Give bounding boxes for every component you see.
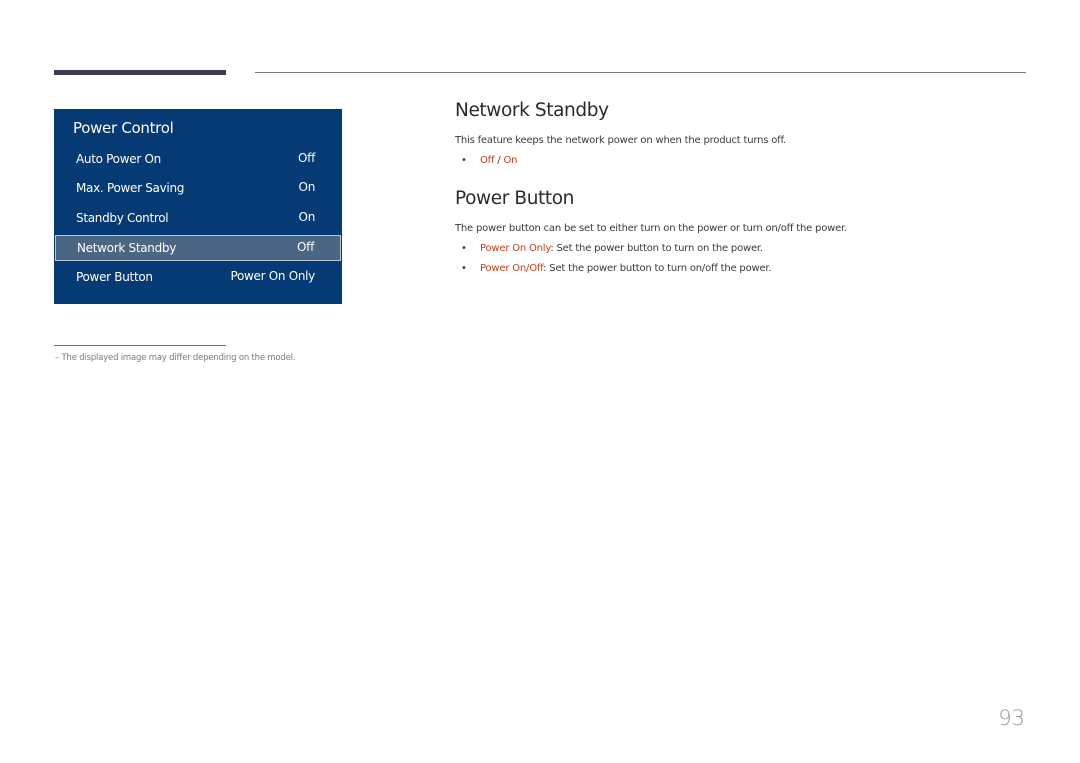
power-button-description: The power button can be set to either tu… (455, 223, 848, 234)
network-standby-options: • Off / On (461, 155, 517, 166)
menu-item-value: On (298, 180, 316, 194)
option-text: : Set the power button to turn on the po… (550, 243, 763, 254)
menu-item-label: Power Button (76, 270, 153, 284)
bullet-icon: • (461, 243, 467, 254)
option-off: Off (480, 155, 495, 166)
menu-item-value: Off (298, 151, 315, 165)
option-on: On (503, 155, 518, 166)
menu-item-standby-control[interactable]: Standby Control On (54, 206, 342, 232)
header-rule-thick (54, 70, 226, 75)
menu-item-network-standby[interactable]: Network Standby Off (55, 235, 341, 261)
menu-item-label: Max. Power Saving (76, 181, 185, 195)
section-title-network-standby: Network Standby (455, 100, 609, 121)
menu-item-value: On (298, 210, 316, 224)
bullet-icon: • (461, 155, 467, 166)
menu-item-value: Off (297, 240, 314, 254)
network-standby-description: This feature keeps the network power on … (455, 135, 787, 146)
menu-item-label: Network Standby (77, 241, 177, 255)
bullet-icon: • (461, 263, 467, 274)
power-control-menu: Power Control Auto Power On Off Max. Pow… (54, 109, 342, 304)
menu-item-value: Power On Only (230, 269, 315, 283)
option-text: : Set the power button to turn on/off th… (543, 263, 772, 274)
menu-item-auto-power-on[interactable]: Auto Power On Off (54, 147, 342, 173)
menu-item-label: Standby Control (76, 211, 169, 225)
option-term: Power On/Off (480, 263, 544, 274)
header-rule-thin (255, 72, 1026, 73)
menu-item-label: Auto Power On (76, 152, 161, 166)
footnote: – The displayed image may differ dependi… (55, 353, 296, 363)
menu-title: Power Control (73, 119, 174, 137)
power-button-option-power-on-only: • Power On Only: Set the power button to … (461, 243, 763, 254)
option-term: Power On Only (480, 243, 551, 254)
menu-item-power-button[interactable]: Power Button Power On Only (54, 265, 342, 291)
menu-item-max-power-saving[interactable]: Max. Power Saving On (54, 176, 342, 202)
page-number: 93 (998, 706, 1025, 730)
power-button-option-power-on-off: • Power On/Off: Set the power button to t… (461, 263, 772, 274)
section-title-power-button: Power Button (455, 188, 574, 209)
footnote-rule (54, 345, 226, 346)
